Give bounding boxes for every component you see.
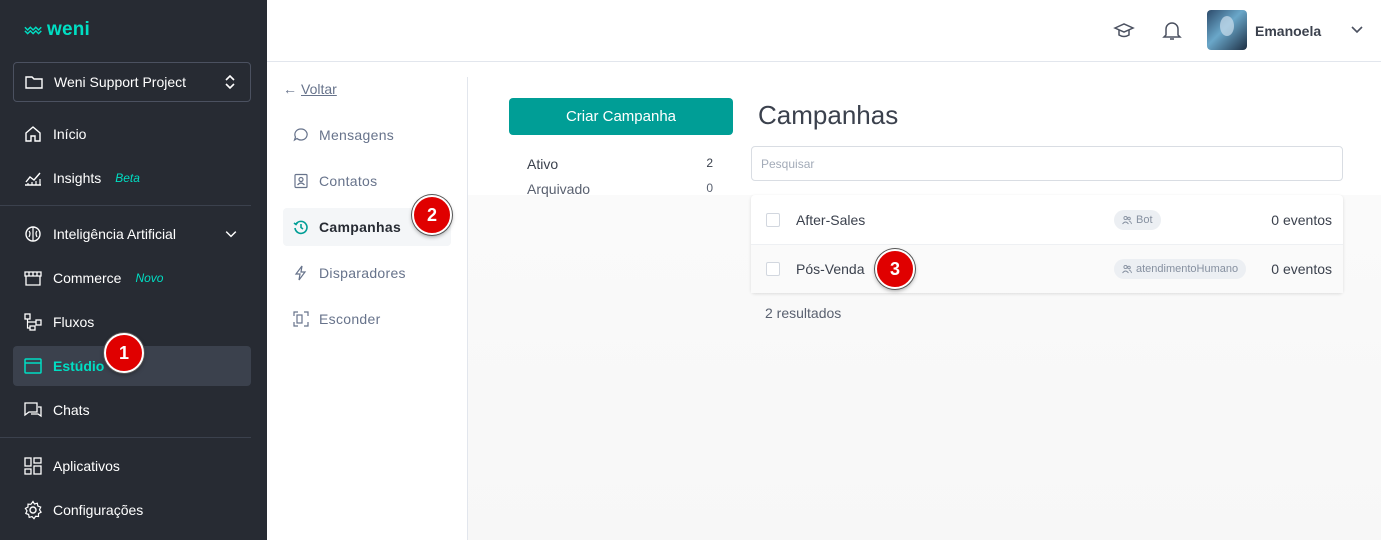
home-icon [25,126,41,142]
sidebar-item-label: Estúdio [53,358,105,374]
filter-label: Arquivado [527,181,591,197]
chevron-down-icon[interactable] [1349,21,1365,37]
sidebar-divider [0,437,251,438]
message-icon [293,128,308,142]
table-row[interactable]: After-Sales Bot 0 eventos [751,195,1343,244]
bell-icon[interactable] [1162,20,1182,42]
sidebar-item-label: Inteligência Artificial [53,226,176,242]
group-chip: atendimentoHumano [1114,259,1247,279]
step-badge-3: 3 [875,249,915,289]
group-icon [1122,264,1132,274]
avatar[interactable] [1207,10,1247,50]
campaign-list: After-Sales Bot 0 eventos Pós-Venda aten… [751,195,1343,293]
studio-icon [24,358,42,374]
filter-count: 0 [706,181,713,195]
submenu-item-esconder[interactable]: Esconder [283,300,451,338]
sidebar-item-label: Início [53,126,87,142]
results-count: 2 resultados [765,305,842,321]
weni-logo-icon [24,26,42,35]
flow-icon [24,313,42,331]
project-name: Weni Support Project [54,74,187,90]
novo-tag: Novo [135,271,164,285]
filter-arquivado[interactable]: Arquivado 0 [527,181,713,197]
chart-icon [25,172,41,186]
sidebar-item-label: Fluxos [53,314,95,330]
logo-text: weni [47,19,91,40]
chevron-down-icon [225,231,237,238]
weni-logo[interactable]: weni [24,19,90,41]
submenu-item-contatos[interactable]: Contatos [283,162,451,200]
group-name: Bot [1136,213,1153,226]
sidebar-item-aplicativos[interactable]: Aplicativos [13,446,251,486]
campaign-name: After-Sales [796,211,866,228]
submenu-item-label: Contatos [319,173,378,189]
submenu-item-label: Campanhas [319,219,402,235]
user-name[interactable]: Emanoela [1255,23,1321,39]
sidebar-item-commerce[interactable]: Commerce Novo [13,258,251,298]
top-bar: Emanoela [267,0,1381,62]
store-icon [24,271,42,286]
submenu-item-label: Disparadores [319,265,406,281]
submenu-item-label: Esconder [319,311,381,327]
sidebar-item-ia[interactable]: Inteligência Artificial [13,214,251,254]
step-badge-2: 2 [412,195,452,235]
filter-label: Ativo [527,156,559,172]
sidebar-item-insights[interactable]: Insights Beta [13,158,251,198]
page-title: Campanhas [758,100,899,130]
submenu-item-label: Mensagens [319,127,395,143]
chevron-up-down-icon [225,74,235,90]
folder-icon [25,76,43,89]
create-campaign-button[interactable]: Criar Campanha [509,98,733,135]
graduation-cap-icon[interactable] [1113,20,1135,42]
gear-icon [24,500,42,520]
submenu-item-mensagens[interactable]: Mensagens [283,116,451,154]
event-count: 0 eventos [1271,211,1332,228]
campaign-icon [293,220,308,235]
hide-icon [293,311,309,327]
filter-count: 2 [706,156,713,170]
campaign-name: Pós-Venda [796,261,865,277]
group-chip: Bot [1114,209,1161,230]
row-checkbox[interactable] [766,212,780,227]
main-sidebar: weni Weni Support Project Início Insight… [0,0,267,540]
submenu-item-disparadores[interactable]: Disparadores [283,254,451,292]
sidebar-item-label: Configurações [53,502,144,518]
sidebar-item-label: Commerce [53,270,122,286]
step-badge-1: 1 [104,333,144,373]
row-checkbox[interactable] [766,262,780,276]
sidebar-item-label: Aplicativos [53,458,120,474]
bolt-icon [294,265,307,281]
group-name: atendimentoHumano [1136,263,1239,275]
search-input[interactable] [751,146,1343,181]
filter-ativo[interactable]: Ativo 2 [527,156,713,172]
table-row[interactable]: Pós-Venda atendimentoHumano 0 eventos [751,244,1343,293]
sidebar-divider [0,205,251,206]
group-icon [1122,215,1132,224]
sidebar-item-label: Insights [53,170,102,186]
contact-icon [294,173,308,189]
sidebar-item-chats[interactable]: Chats [13,390,251,430]
sidebar-item-label: Chats [53,402,90,418]
sidebar-item-configuracoes[interactable]: Configurações [13,490,251,530]
beta-tag: Beta [115,171,140,185]
apps-icon [24,457,42,475]
brain-icon [25,226,41,242]
back-label: Voltar [301,81,337,97]
back-link[interactable]: ← Voltar [283,81,337,97]
project-selector[interactable]: Weni Support Project [13,62,251,102]
arrow-left-icon: ← [283,81,297,97]
sidebar-item-inicio[interactable]: Início [13,114,251,154]
chat-icon [24,402,42,418]
event-count: 0 eventos [1271,261,1332,277]
